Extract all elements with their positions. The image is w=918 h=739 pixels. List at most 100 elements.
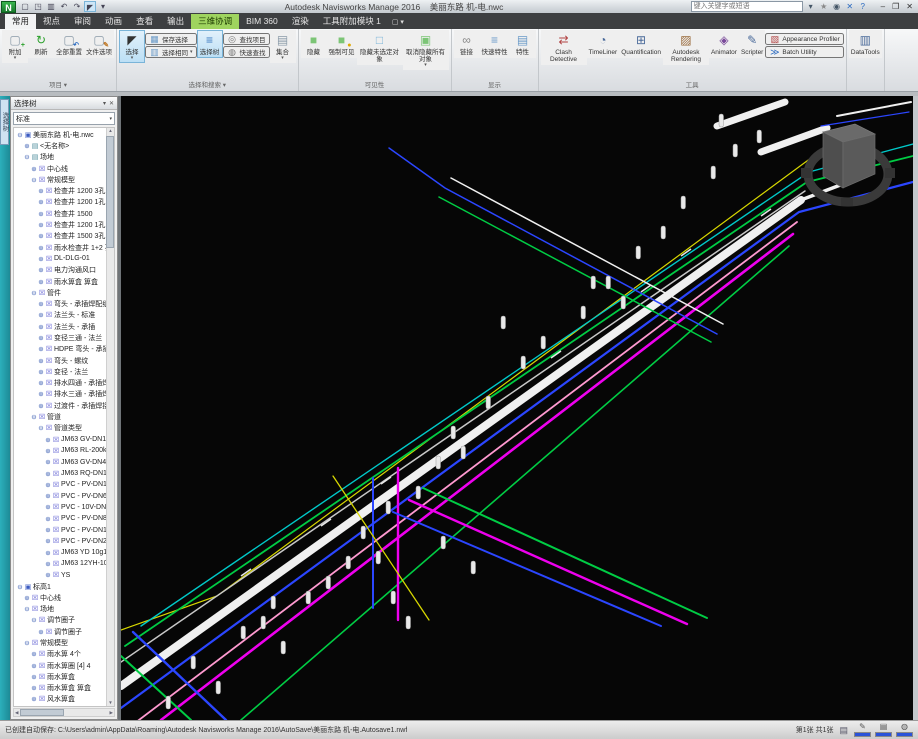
- tab-render[interactable]: 渲染: [285, 14, 316, 29]
- tree-expander-icon[interactable]: ⊖: [23, 639, 31, 647]
- tree-expander-icon[interactable]: ⊕: [37, 255, 45, 263]
- scroll-up-icon[interactable]: ▲: [108, 128, 112, 134]
- panel-close-icon[interactable]: ✕: [109, 100, 114, 107]
- tree-item[interactable]: ⊕▤<无名称>: [14, 140, 114, 151]
- tree-item[interactable]: ⊕☒检查井 1200 1孔: [14, 219, 114, 230]
- tree-expander-icon[interactable]: ⊕: [30, 695, 38, 703]
- ribbon-button[interactable]: ▥DataTools: [849, 30, 882, 58]
- tree-item[interactable]: ⊕☒JM63 12YH-10k: [14, 558, 114, 569]
- restore-button[interactable]: ❐: [892, 2, 899, 11]
- exchange-icon[interactable]: ✕: [845, 2, 855, 12]
- tree-item[interactable]: ⊖▣美丽东路 机-电.nwc: [14, 129, 114, 140]
- tree-expander-icon[interactable]: ⊕: [37, 244, 45, 252]
- tree-expander-icon[interactable]: ⊕: [37, 221, 45, 229]
- infocenter-dropdown-icon[interactable]: ▾: [806, 2, 816, 12]
- ribbon-button[interactable]: ▢✎文件选项: [84, 30, 114, 58]
- tree-item[interactable]: ⊕☒调节圈子: [14, 626, 114, 637]
- tree-expander-icon[interactable]: ⊕: [37, 334, 45, 342]
- tree-item[interactable]: ⊕☒雨水箅 4个: [14, 649, 114, 660]
- tree-expander-icon[interactable]: ⊖: [16, 131, 24, 139]
- tree-item[interactable]: ⊖☒管件: [14, 287, 114, 298]
- tree-expander-icon[interactable]: ⊕: [30, 673, 38, 681]
- tree-item[interactable]: ⊕☒JM63 RL-200kV: [14, 445, 114, 456]
- tree-item[interactable]: ⊕☒雨水箅圈 [4] 4: [14, 660, 114, 671]
- ribbon-button[interactable]: ▨Autodesk Rendering: [663, 30, 709, 65]
- tree-expander-icon[interactable]: ⊖: [23, 605, 31, 613]
- tree-item[interactable]: ⊕☒法兰头 - 承插: [14, 321, 114, 332]
- tree-expander-icon[interactable]: ⊕: [37, 323, 45, 331]
- tree-item[interactable]: ⊕☒电力沟通风口: [14, 265, 114, 276]
- signin-icon[interactable]: ◉: [832, 2, 842, 12]
- tree-expander-icon[interactable]: ⊕: [37, 187, 45, 195]
- ribbon-small-button[interactable]: ▦保存选择: [145, 33, 197, 45]
- viewcube-ring-handle[interactable]: [841, 198, 853, 206]
- ribbon-button[interactable]: ■●强制可见: [327, 30, 357, 58]
- tree-item[interactable]: ⊖☒场地: [14, 603, 114, 614]
- tree-expander-icon[interactable]: ⊕: [44, 481, 52, 489]
- tree-item[interactable]: ⊕☒法兰头 - 标准: [14, 310, 114, 321]
- ribbon-button[interactable]: ▢↶全部重置: [54, 30, 84, 58]
- ribbon-button[interactable]: ◔TimeLiner: [587, 30, 620, 58]
- ribbon-button[interactable]: ▤特性: [510, 30, 536, 58]
- tree-expander-icon[interactable]: ⊕: [44, 537, 52, 545]
- ribbon-button[interactable]: ◈Animator: [709, 30, 739, 58]
- ribbon-button[interactable]: ↻刷新: [28, 30, 54, 58]
- search-input[interactable]: [691, 1, 803, 12]
- save-icon[interactable]: ◳: [32, 1, 44, 12]
- tree-expander-icon[interactable]: ⊕: [30, 684, 38, 692]
- tree-hscroll-thumb[interactable]: [20, 709, 64, 716]
- tree-expander-icon[interactable]: ⊕: [37, 232, 45, 240]
- viewcube-ring-handle[interactable]: [885, 168, 895, 178]
- tree-expander-icon[interactable]: ⊕: [44, 436, 52, 444]
- tab-output[interactable]: 输出: [160, 14, 191, 29]
- tree-item[interactable]: ⊕☒PVC - PV-DN800: [14, 513, 114, 524]
- star-icon[interactable]: ★: [819, 2, 829, 12]
- ribbon-options-icon[interactable]: ▢ ▾: [392, 18, 404, 29]
- select-icon[interactable]: ◤: [84, 1, 96, 12]
- viewcube-ring-handle[interactable]: [801, 168, 811, 178]
- ribbon-button[interactable]: ≡快速特性: [480, 30, 510, 58]
- tree-expander-icon[interactable]: ⊕: [44, 571, 52, 579]
- tree-expander-icon[interactable]: ⊕: [37, 311, 45, 319]
- tree-expander-icon[interactable]: ⊕: [44, 549, 52, 557]
- tree-item[interactable]: ⊖☒常规模型: [14, 174, 114, 185]
- tree-item[interactable]: ⊕☒变径三通 - 法兰: [14, 332, 114, 343]
- minimize-button[interactable]: –: [881, 2, 885, 11]
- tree-item[interactable]: ⊕☒PVC - 10V-DN50: [14, 502, 114, 513]
- tree-item[interactable]: ⊕☒JM63 GV-DN400: [14, 457, 114, 468]
- docked-panel-tab[interactable]: 选择树: [0, 99, 9, 145]
- tree-item[interactable]: ⊖▣标高1: [14, 581, 114, 592]
- ribbon-small-button[interactable]: ◎查找项目: [223, 33, 270, 45]
- viewcube-right-face[interactable]: [843, 134, 875, 188]
- tree-expander-icon[interactable]: ⊕: [37, 345, 45, 353]
- tree-expander-icon[interactable]: ⊖: [23, 153, 31, 161]
- help-icon[interactable]: ?: [858, 2, 868, 12]
- tree-expander-icon[interactable]: ⊕: [23, 594, 31, 602]
- ribbon-button[interactable]: ✎Scripter: [739, 30, 765, 58]
- tree-expander-icon[interactable]: ⊕: [37, 402, 45, 410]
- tree-item[interactable]: ⊕☒雨水箅盒: [14, 671, 114, 682]
- tree-item[interactable]: ⊕☒雨水箅盒 箅盒: [14, 683, 114, 694]
- open-icon[interactable]: ▢: [19, 1, 31, 12]
- tree-item[interactable]: ⊕☒雨水箅盒 箅盒: [14, 276, 114, 287]
- tree-horizontal-scrollbar[interactable]: ◀ ▶: [13, 708, 115, 717]
- tree-item[interactable]: ⊕☒YS: [14, 570, 114, 581]
- tree-expander-icon[interactable]: ⊕: [44, 503, 52, 511]
- tree-expander-icon[interactable]: ⊕: [44, 492, 52, 500]
- ribbon-small-button[interactable]: ▧Appearance Profiler: [765, 33, 843, 45]
- tree-item[interactable]: ⊕☒检查井 1500 3孔: [14, 231, 114, 242]
- tree-item[interactable]: ⊕☒变径 - 法兰: [14, 366, 114, 377]
- tree-expander-icon[interactable]: ⊕: [44, 447, 52, 455]
- tree-item[interactable]: ⊕☒DL-DLG-01: [14, 253, 114, 264]
- application-menu-button[interactable]: N: [1, 1, 16, 13]
- undo-icon[interactable]: ↶: [58, 1, 70, 12]
- tree-item[interactable]: ⊕☒雨水检查井 1+2 孔: [14, 242, 114, 253]
- close-button[interactable]: ✕: [906, 2, 913, 11]
- tab-home[interactable]: 常用: [5, 14, 36, 29]
- ribbon-button[interactable]: ∞链接: [454, 30, 480, 58]
- tree-expander-icon[interactable]: ⊕: [23, 142, 31, 150]
- tree-item[interactable]: ⊕☒中心线: [14, 163, 114, 174]
- ribbon-button[interactable]: ◤选择▾: [119, 30, 145, 63]
- scroll-right-icon[interactable]: ▶: [110, 710, 113, 716]
- tree-expander-icon[interactable]: ⊕: [30, 165, 38, 173]
